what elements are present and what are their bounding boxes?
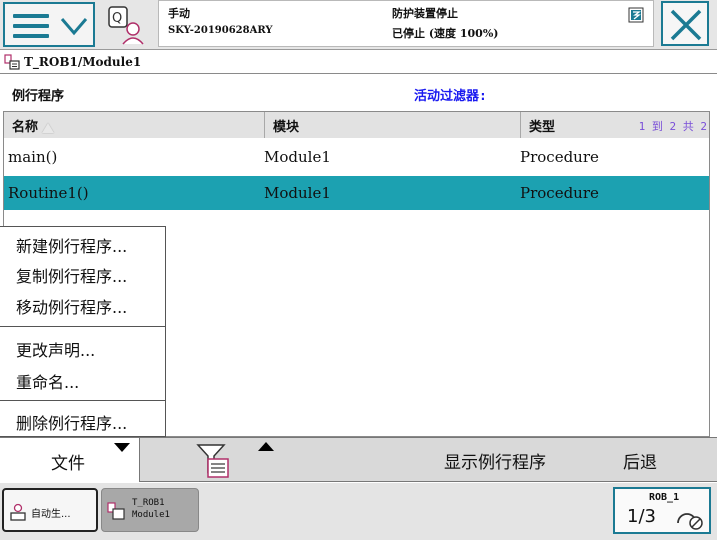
- program-module-icon: [4, 54, 20, 70]
- cell-type: Procedure: [520, 148, 599, 166]
- cell-module: Module1: [264, 148, 331, 166]
- menu-item-new-routine[interactable]: 新建例行程序...: [16, 233, 127, 257]
- table-row[interactable]: main() Module1 Procedure: [4, 140, 709, 174]
- back-button[interactable]: 后退: [623, 448, 657, 473]
- status-panel[interactable]: 手动 SKY-20190628ARY 防护装置停止 已停止 (速度 100%): [158, 0, 654, 47]
- quickset-button[interactable]: ROB_1 1/3: [613, 487, 711, 534]
- bottom-toolbar: 文件 显示例行程序 后退: [0, 437, 717, 482]
- show-routine-button[interactable]: 显示例行程序: [444, 448, 546, 473]
- menu-divider: [0, 326, 166, 327]
- breadcrumb-path: T_ROB1/Module1: [24, 55, 142, 69]
- chevron-down-icon: [60, 18, 88, 36]
- filter-icon[interactable]: [195, 442, 231, 480]
- menu-item-move-routine[interactable]: 移动例行程序...: [16, 294, 127, 318]
- column-header-label: 模块: [273, 120, 300, 135]
- controller-name: SKY-20190628ARY: [168, 25, 273, 36]
- event-log-icon: [628, 7, 644, 23]
- section-header: 例行程序 活动过滤器:: [0, 75, 717, 110]
- task-program-editor[interactable]: T_ROB1 Module1: [101, 488, 199, 532]
- file-context-menu: 新建例行程序... 复制例行程序... 移动例行程序... 更改声明... 重命…: [0, 226, 166, 437]
- sort-ascending-icon: [42, 122, 55, 133]
- cell-name: main(): [8, 148, 58, 166]
- top-bar: Q 手动 SKY-20190628ARY 防护装置停止 已停止 (速度 100%…: [0, 0, 717, 50]
- menu-item-copy-routine[interactable]: 复制例行程序...: [16, 263, 127, 287]
- menu-item-change-declaration[interactable]: 更改声明...: [16, 337, 95, 361]
- task-subtitle: Module1: [132, 510, 170, 520]
- operator-status-icon[interactable]: Q: [101, 2, 153, 47]
- svg-text:Q: Q: [112, 11, 122, 26]
- auto-produce-icon: [10, 503, 26, 521]
- menu-item-rename[interactable]: 重命名...: [16, 369, 79, 393]
- mode-text: 手动: [168, 7, 190, 20]
- column-header-label: 名称: [12, 120, 39, 135]
- speed-limit-icon: [677, 513, 703, 530]
- active-filter-label[interactable]: 活动过滤器:: [414, 85, 487, 104]
- column-header-label: 类型: [529, 120, 556, 135]
- caret-down-icon: [114, 443, 130, 452]
- taskbar: 自动生... T_ROB1 Module1 ROB_1 1/3: [0, 483, 717, 540]
- file-menu-button[interactable]: 文件: [0, 438, 140, 482]
- breadcrumb: T_ROB1/Module1: [0, 50, 717, 74]
- column-header-name[interactable]: 名称: [4, 112, 264, 138]
- caret-up-icon[interactable]: [258, 442, 274, 451]
- column-header-module[interactable]: 模块: [264, 112, 520, 138]
- menu-divider: [0, 400, 166, 401]
- close-button[interactable]: [661, 1, 709, 46]
- page-title: 例行程序: [12, 89, 65, 104]
- hamburger-icon: [13, 14, 49, 38]
- cell-type: Procedure: [520, 184, 599, 202]
- page-info: 1 到 2 共 2: [638, 120, 707, 133]
- table-header: 名称 模块 类型 1 到 2 共 2: [4, 112, 709, 138]
- close-icon: [670, 9, 702, 41]
- program-module-icon: [107, 502, 125, 520]
- menu-item-delete-routine[interactable]: 删除例行程序...: [16, 410, 127, 434]
- quickset-robot: ROB_1: [649, 492, 680, 503]
- table-row-selected[interactable]: Routine1() Module1 Procedure: [4, 176, 709, 210]
- quickset-fraction: 1/3: [627, 506, 656, 527]
- cell-name: Routine1(): [8, 184, 89, 202]
- main-menu-button[interactable]: [3, 2, 95, 47]
- column-header-type[interactable]: 类型 1 到 2 共 2: [520, 112, 709, 138]
- task-label: 自动生...: [31, 509, 71, 520]
- run-state: 已停止 (速度 100%): [392, 27, 499, 40]
- file-menu-label: 文件: [51, 454, 85, 474]
- operator-robot-icon: Q: [108, 6, 144, 45]
- task-title: T_ROB1: [132, 498, 165, 508]
- task-auto-produce[interactable]: 自动生...: [2, 488, 98, 532]
- safety-state: 防护装置停止: [392, 7, 458, 20]
- cell-module: Module1: [264, 184, 331, 202]
